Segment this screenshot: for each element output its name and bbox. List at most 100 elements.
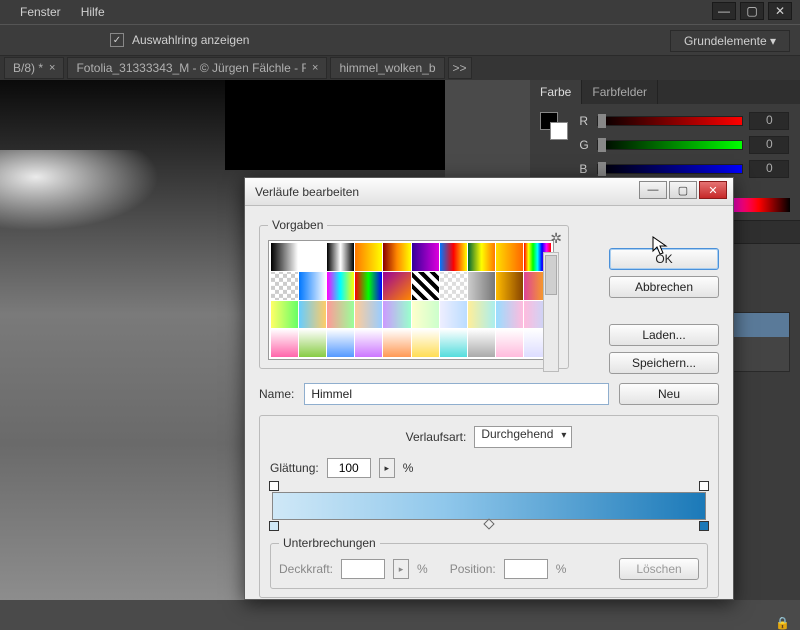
dialog-close-button[interactable]: ✕: [699, 181, 727, 199]
tab-close-icon[interactable]: ×: [312, 62, 318, 74]
smoothness-input[interactable]: [327, 458, 371, 478]
new-button[interactable]: Neu: [619, 383, 719, 405]
preset-swatch[interactable]: [440, 272, 467, 300]
preset-swatch[interactable]: [355, 301, 382, 329]
preset-swatch[interactable]: [271, 301, 298, 329]
dialog-titlebar[interactable]: Verläufe bearbeiten — ▢ ✕: [245, 178, 733, 206]
preset-swatch[interactable]: [496, 243, 523, 271]
gear-icon[interactable]: ✲: [550, 230, 562, 247]
preset-swatch[interactable]: [383, 301, 410, 329]
preset-swatch[interactable]: [468, 243, 495, 271]
document-tab[interactable]: himmel_wolken_b: [330, 57, 444, 79]
opacity-stop-input: [341, 559, 385, 579]
gradient-bar[interactable]: [272, 492, 706, 520]
preset-swatch[interactable]: [355, 329, 382, 357]
preset-swatch[interactable]: [327, 243, 354, 271]
app-maximize-button[interactable]: ▢: [740, 2, 764, 20]
panel-tab-farbe[interactable]: Farbe: [530, 80, 582, 104]
preset-swatch[interactable]: [412, 329, 439, 357]
auswahlring-label: Auswahlring anzeigen: [132, 33, 249, 47]
app-close-button[interactable]: ✕: [768, 2, 792, 20]
g-value[interactable]: 0: [749, 136, 789, 154]
preset-swatch[interactable]: [468, 272, 495, 300]
b-slider[interactable]: [597, 164, 743, 174]
color-stop-left[interactable]: [269, 521, 279, 531]
preset-swatch[interactable]: [271, 329, 298, 357]
tab-overflow-button[interactable]: >>: [448, 57, 472, 79]
opacity-stepper: ▸: [393, 559, 409, 579]
ok-button[interactable]: OK: [609, 248, 719, 270]
preset-swatch[interactable]: [383, 272, 410, 300]
preset-swatch[interactable]: [299, 272, 326, 300]
save-button[interactable]: Speichern...: [609, 352, 719, 374]
preset-scrollbar[interactable]: [543, 252, 559, 372]
dialog-minimize-button[interactable]: —: [639, 181, 667, 199]
preset-swatch[interactable]: [412, 301, 439, 329]
auswahlring-checkbox[interactable]: ✓: [110, 33, 124, 47]
stops-fieldset: Unterbrechungen Deckkraft: ▸ % Position:…: [270, 536, 708, 589]
g-slider[interactable]: [597, 140, 743, 150]
dialog-title: Verläufe bearbeiten: [255, 185, 359, 199]
load-button[interactable]: Laden...: [609, 324, 719, 346]
preset-swatch[interactable]: [327, 329, 354, 357]
delete-stop-button: Löschen: [619, 558, 699, 580]
preset-swatch[interactable]: [383, 243, 410, 271]
fg-bg-swatch[interactable]: [540, 112, 568, 140]
preset-swatch[interactable]: [327, 301, 354, 329]
document-tab[interactable]: B/8) * ×: [4, 57, 64, 79]
menu-fenster[interactable]: Fenster: [20, 5, 61, 19]
tab-label: Fotolia_31333343_M - © Jürgen Fälchle - …: [76, 61, 306, 75]
preset-swatch[interactable]: [468, 329, 495, 357]
opacity-stop-left[interactable]: [269, 481, 279, 491]
preset-swatch[interactable]: [299, 329, 326, 357]
preset-swatch[interactable]: [496, 329, 523, 357]
panel-tab-farbfelder[interactable]: Farbfelder: [582, 80, 658, 104]
gradient-editor-dialog: Verläufe bearbeiten — ▢ ✕ Vorgaben ✲ OK …: [244, 177, 734, 600]
preset-swatch[interactable]: [496, 272, 523, 300]
midpoint-handle[interactable]: [483, 518, 494, 529]
menubar: Fenster Hilfe: [0, 0, 800, 24]
name-input[interactable]: [304, 383, 609, 405]
preset-swatch[interactable]: [327, 272, 354, 300]
lock-icon[interactable]: 🔒: [775, 616, 790, 630]
preset-swatch[interactable]: [299, 301, 326, 329]
app-minimize-button[interactable]: —: [712, 2, 736, 20]
preset-swatch[interactable]: [412, 243, 439, 271]
preset-swatch[interactable]: [440, 243, 467, 271]
position-input: [504, 559, 548, 579]
tab-label: B/8) *: [13, 61, 43, 75]
preset-swatch[interactable]: [383, 329, 410, 357]
preset-swatch[interactable]: [355, 272, 382, 300]
preset-swatch[interactable]: [355, 243, 382, 271]
workspace-preset-dropdown[interactable]: Grundelemente ▾: [670, 30, 790, 52]
preset-swatch[interactable]: [271, 272, 298, 300]
pct-label: %: [417, 562, 428, 576]
preset-swatch[interactable]: [440, 329, 467, 357]
b-value[interactable]: 0: [749, 160, 789, 178]
document-tab[interactable]: Fotolia_31333343_M - © Jürgen Fälchle - …: [67, 57, 327, 79]
channel-r-label: R: [579, 114, 591, 128]
preset-swatch[interactable]: [271, 243, 298, 271]
preset-swatch[interactable]: [468, 301, 495, 329]
smoothness-stepper[interactable]: ▸: [379, 458, 395, 478]
background-swatch[interactable]: [550, 122, 568, 140]
preset-swatch[interactable]: [412, 272, 439, 300]
preset-swatch[interactable]: [496, 301, 523, 329]
presets-fieldset: Vorgaben ✲: [259, 218, 569, 369]
tab-label: himmel_wolken_b: [339, 61, 435, 75]
preset-grid[interactable]: [268, 240, 554, 360]
opacity-stop-right[interactable]: [699, 481, 709, 491]
position-label: Position:: [450, 562, 496, 576]
r-value[interactable]: 0: [749, 112, 789, 130]
menu-hilfe[interactable]: Hilfe: [81, 5, 105, 19]
cancel-button[interactable]: Abbrechen: [609, 276, 719, 298]
preset-swatch[interactable]: [440, 301, 467, 329]
gradient-type-select[interactable]: Durchgehend: [474, 426, 572, 448]
tab-close-icon[interactable]: ×: [49, 62, 55, 74]
r-slider[interactable]: [597, 116, 743, 126]
preset-swatch[interactable]: [299, 243, 326, 271]
color-stop-right[interactable]: [699, 521, 709, 531]
dialog-maximize-button[interactable]: ▢: [669, 181, 697, 199]
gradient-type-value: Durchgehend: [481, 427, 553, 441]
pct-label: %: [403, 461, 414, 475]
